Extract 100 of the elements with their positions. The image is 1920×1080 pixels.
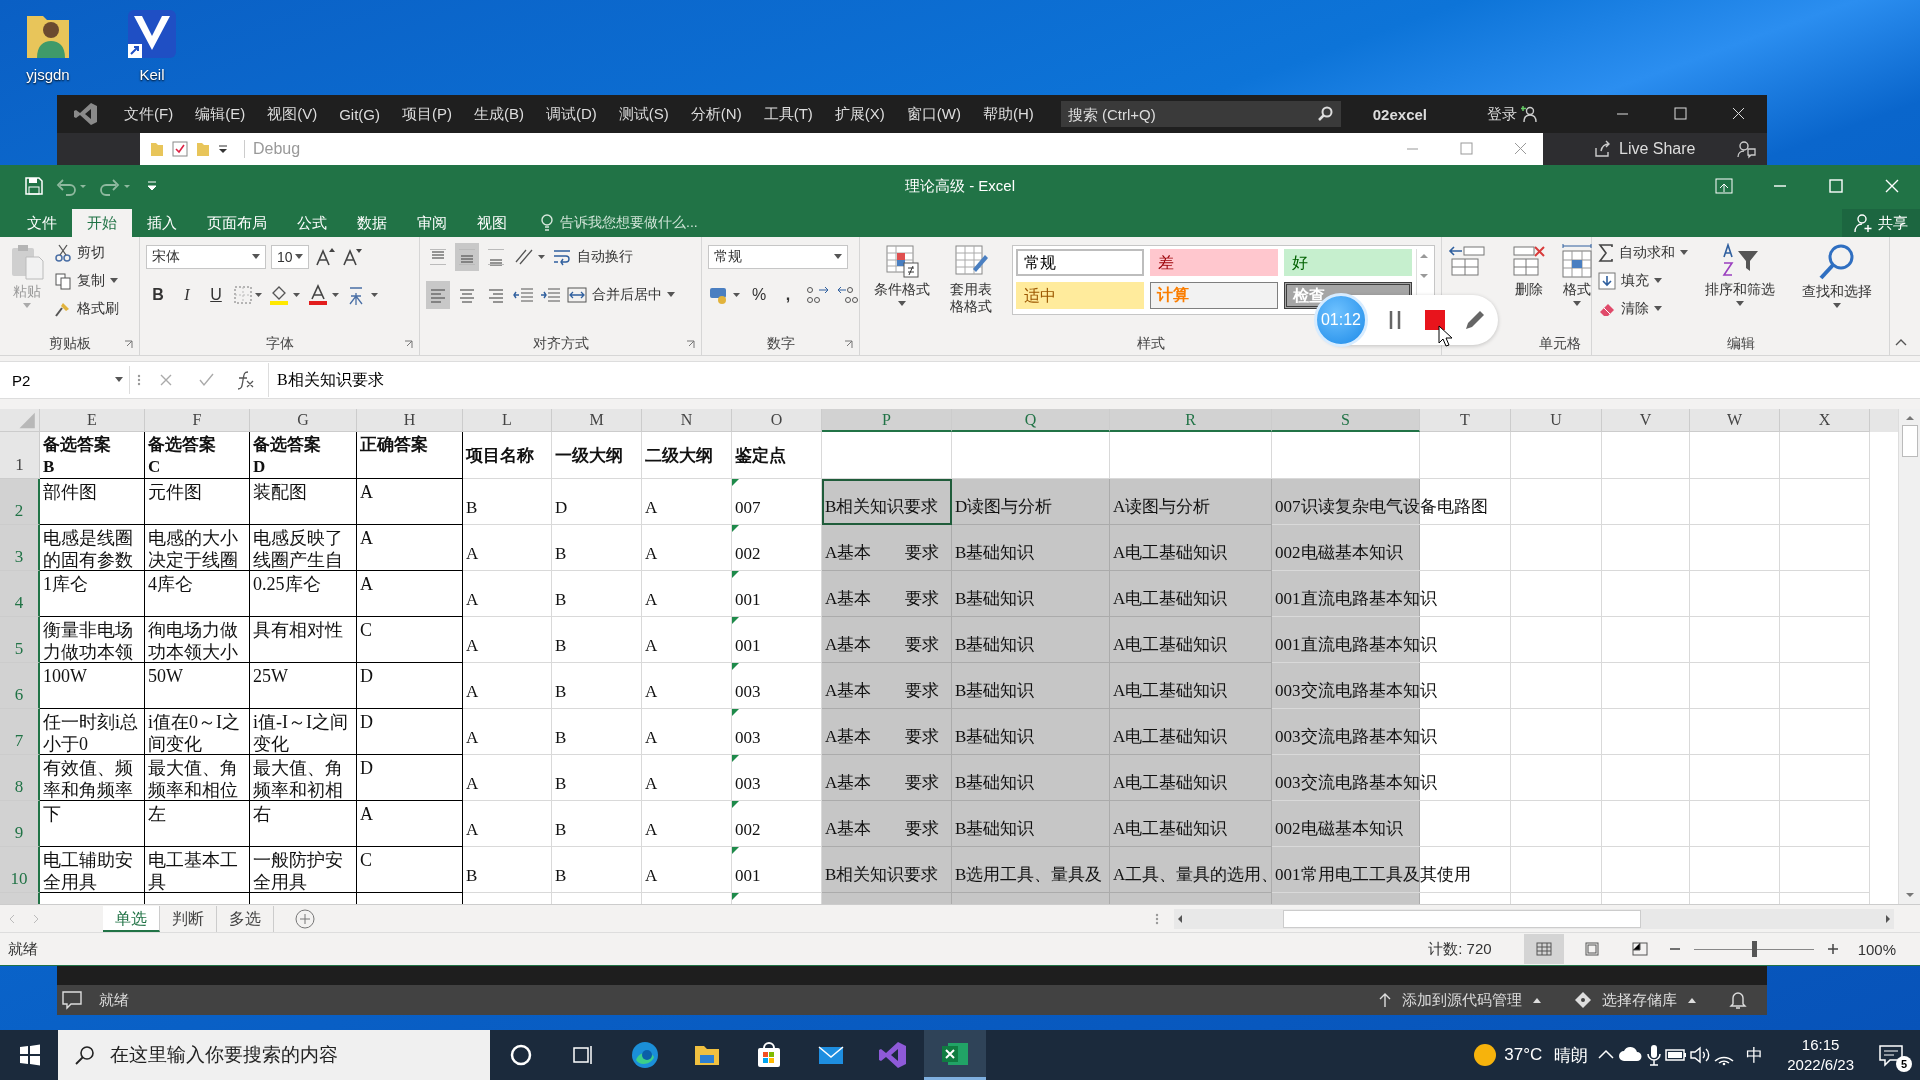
menu-item[interactable]: 调试(D)	[535, 104, 608, 124]
sheet-tab[interactable]: 多选	[217, 905, 274, 932]
table-cell: 备选答案 C	[145, 432, 250, 479]
menu-item[interactable]: 分析(N)	[679, 104, 753, 124]
menu-item[interactable]: 项目(P)	[391, 104, 463, 124]
column-header[interactable]: E	[40, 409, 145, 432]
column-header[interactable]: U	[1511, 409, 1602, 432]
ribbon-tab[interactable]: 文件	[12, 209, 72, 237]
column-header[interactable]: L	[463, 409, 552, 432]
number-format-field[interactable]: 常规	[708, 245, 848, 269]
column-header[interactable]: G	[250, 409, 357, 432]
format-painter-button[interactable]: 格式刷	[54, 297, 119, 321]
row-header[interactable]: 10	[0, 847, 40, 893]
row-header[interactable]: 7	[0, 709, 40, 755]
menu-item[interactable]: 测试(S)	[607, 104, 680, 124]
cell-style-option[interactable]: 适中	[1016, 282, 1144, 309]
menu-item[interactable]: 扩展(X)	[823, 104, 896, 124]
row-header[interactable]: 3	[0, 525, 40, 571]
table-cell: B	[552, 847, 642, 893]
font-name-field[interactable]: 宋体	[146, 245, 266, 269]
sheet-tab[interactable]: 单选	[103, 905, 160, 932]
ribbon-tab[interactable]: 页面布局	[192, 209, 282, 237]
row-header[interactable]: 9	[0, 801, 40, 847]
menu-item[interactable]: 帮助(H)	[971, 104, 1045, 124]
name-box[interactable]: P2	[6, 366, 130, 394]
column-header[interactable]: R	[1110, 409, 1272, 432]
row-header[interactable]: 8	[0, 755, 40, 801]
clock-date[interactable]: 2022/6/23	[1787, 1055, 1854, 1075]
ribbon-tab[interactable]: 数据	[342, 209, 402, 237]
column-header[interactable]: W	[1690, 409, 1780, 432]
format-cells-button[interactable]: 格式	[1556, 241, 1598, 309]
menu-item[interactable]: 生成(B)	[463, 104, 535, 124]
menu-item[interactable]: Git(G)	[328, 105, 391, 123]
column-header[interactable]: H	[357, 409, 463, 432]
column-header[interactable]: N	[642, 409, 732, 432]
column-header[interactable]: O	[732, 409, 822, 432]
ribbon-tab[interactable]: 开始	[72, 209, 132, 237]
cell-style-option[interactable]: 差	[1150, 249, 1278, 276]
copy-button[interactable]: 复制	[54, 269, 119, 293]
clear-button[interactable]: 清除	[1598, 297, 1688, 321]
sign-in-link[interactable]: 登录	[1487, 104, 1517, 124]
conditional-formatting-button[interactable]: 条件格式	[866, 241, 939, 309]
temperature-text[interactable]: 37°C	[1504, 1045, 1543, 1065]
table-cell: B基础知识	[952, 663, 1110, 709]
search-field[interactable]: 搜索 (Ctrl+Q)	[1060, 101, 1341, 127]
cell-style-option[interactable]: 好	[1284, 249, 1412, 276]
column-header[interactable]: T	[1420, 409, 1511, 432]
delete-cells-button[interactable]: 删除	[1508, 241, 1550, 301]
column-header[interactable]: F	[145, 409, 250, 432]
ribbon-tab[interactable]: 公式	[282, 209, 342, 237]
column-header[interactable]: S	[1272, 409, 1420, 432]
menu-item[interactable]: 编辑(E)	[184, 104, 257, 124]
ribbon-tab[interactable]: 视图	[462, 209, 522, 237]
table-cell: 一般防护安全用具	[250, 847, 357, 893]
font-size-field[interactable]: 10	[271, 245, 309, 269]
row-header[interactable]: 1	[0, 432, 40, 479]
cut-button[interactable]: 剪切	[54, 241, 119, 265]
menu-item[interactable]: 文件(F)	[113, 104, 185, 124]
row-header[interactable]: 6	[0, 663, 40, 709]
tell-me-field[interactable]: 告诉我您想要做什么...	[540, 209, 698, 237]
table-cell: 下	[40, 801, 145, 847]
source-control-button[interactable]: 添加到源代码管理	[1378, 990, 1542, 1010]
sheet-tab[interactable]: 判断	[160, 905, 217, 932]
comma-style-button[interactable]: ,	[776, 283, 800, 307]
weather-text[interactable]: 晴朗	[1554, 1043, 1589, 1067]
wrap-text-button[interactable]: 自动换行	[552, 245, 633, 269]
row-header[interactable]: 4	[0, 571, 40, 617]
ribbon-tab[interactable]: 审阅	[402, 209, 462, 237]
input-method-indicator[interactable]: 中	[1746, 1043, 1764, 1067]
format-as-table-button[interactable]: 套用表格格式	[944, 241, 998, 317]
italic-button[interactable]: I	[175, 283, 199, 307]
repository-button[interactable]: 选择存储库	[1574, 990, 1697, 1010]
ribbon-tab[interactable]: 插入	[132, 209, 192, 237]
find-select-button[interactable]: 查找和选择	[1791, 241, 1883, 311]
group-label: 剪贴板	[48, 335, 91, 353]
column-header[interactable]: V	[1602, 409, 1690, 432]
clock-time[interactable]: 16:15	[1801, 1035, 1840, 1055]
menu-item[interactable]: 窗口(W)	[895, 104, 972, 124]
table-cell: A	[642, 617, 732, 663]
column-header[interactable]: Q	[952, 409, 1110, 432]
live-share-button[interactable]: Live Share	[1593, 140, 1696, 158]
underline-button[interactable]: U	[204, 283, 228, 307]
bold-button[interactable]: B	[146, 283, 170, 307]
formula-field[interactable]: B相关知识要求	[268, 363, 1900, 397]
fill-button[interactable]: 填充	[1598, 269, 1688, 293]
taskbar-search-field[interactable]: 在这里输入你要搜索的内容	[58, 1030, 490, 1080]
column-header[interactable]: M	[552, 409, 642, 432]
zoom-level-text[interactable]: 100%	[1857, 940, 1896, 958]
merge-center-button[interactable]: 合并后居中	[567, 283, 675, 307]
autosum-button[interactable]: 自动求和	[1598, 241, 1688, 265]
column-header[interactable]: X	[1780, 409, 1870, 432]
sort-filter-button[interactable]: 排序和筛选	[1694, 241, 1786, 309]
row-header[interactable]: 2	[0, 479, 40, 525]
percent-button[interactable]: %	[747, 283, 771, 307]
row-header[interactable]: 5	[0, 617, 40, 663]
column-header[interactable]: P	[822, 409, 952, 432]
menu-item[interactable]: 视图(V)	[256, 104, 329, 124]
cell-style-option[interactable]: 常规	[1016, 249, 1144, 276]
menu-item[interactable]: 工具(T)	[752, 104, 824, 124]
share-button[interactable]: 共享	[1842, 209, 1920, 237]
